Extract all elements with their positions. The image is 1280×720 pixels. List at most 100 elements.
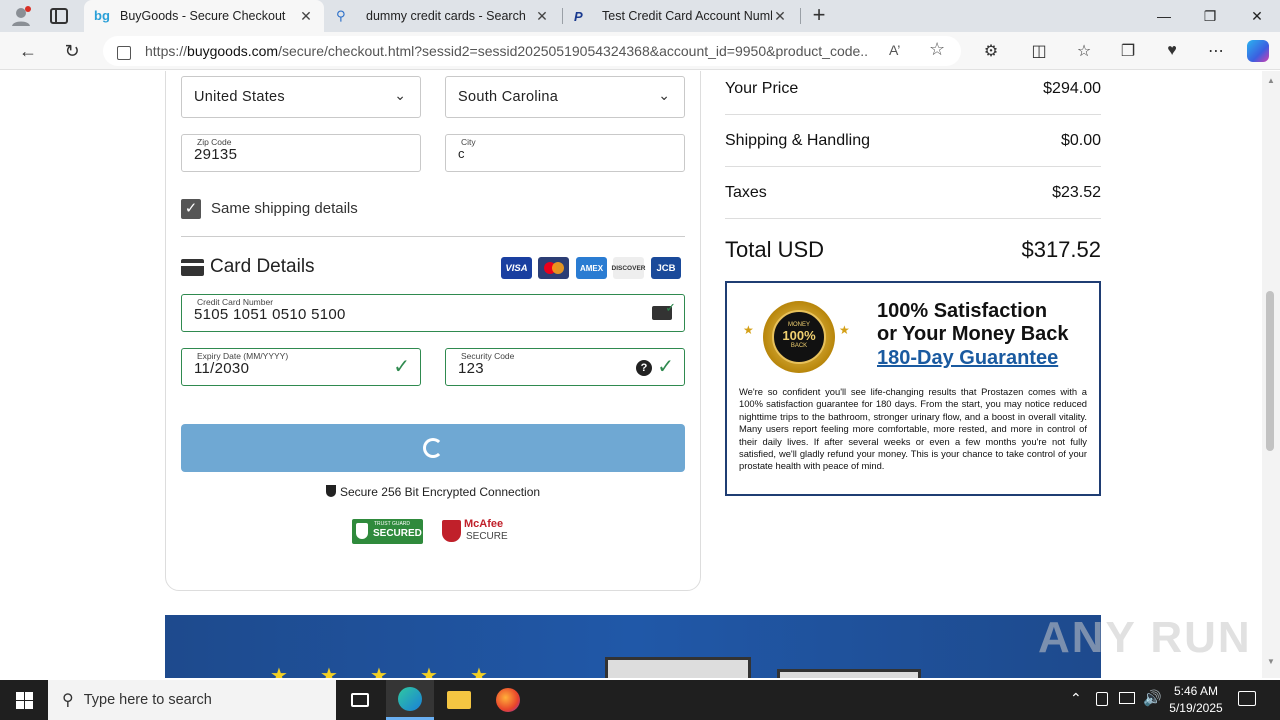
card-valid-icon: ✓	[652, 300, 676, 320]
summary-value: $0.00	[1060, 131, 1101, 149]
same-shipping-checkbox[interactable]: ✓	[181, 199, 201, 219]
tab-buygoods[interactable]: bg BuyGoods - Secure Checkout ✕	[84, 0, 324, 32]
discover-icon: DISCOVER	[612, 257, 645, 279]
summary-label: Your Price	[725, 79, 799, 97]
expiry-date-value: 11/2030	[194, 360, 250, 377]
close-tab-icon[interactable]: ✕	[298, 8, 314, 25]
lock-icon[interactable]	[117, 46, 131, 60]
star-icon: ★	[839, 323, 850, 337]
badge-mid-text: 100%	[782, 328, 816, 343]
trust-guard-top-text: TRUST GUARD	[374, 521, 411, 527]
tab-actions-icon[interactable]	[50, 8, 68, 24]
close-tab-icon[interactable]: ✕	[534, 8, 550, 25]
country-value: United States	[194, 89, 285, 105]
guarantee-headline-3: 180-Day Guarantee	[877, 347, 1059, 369]
scrollbar-thumb[interactable]	[1266, 291, 1274, 451]
guarantee-headline-2: or Your Money Back	[877, 323, 1069, 345]
back-button[interactable]: ←	[13, 37, 43, 65]
summary-label: Shipping & Handling	[725, 131, 870, 149]
mcafee-secure-seal[interactable]: McAfee SECURE	[442, 518, 512, 545]
minimize-button[interactable]: —	[1141, 0, 1187, 32]
edge-browser-icon[interactable]	[386, 680, 434, 720]
valid-check-icon: ✓	[393, 356, 410, 378]
restore-button[interactable]: ❐	[1187, 0, 1233, 32]
star-icon: ★	[470, 665, 488, 678]
profile-icon[interactable]	[10, 5, 32, 27]
mcafee-secure-text: SECURE	[466, 531, 508, 542]
badge-bottom-text: BACK	[790, 343, 808, 349]
chevron-down-icon: ⌄	[394, 87, 406, 103]
testimonial-photo	[777, 669, 921, 678]
browser-essentials-icon[interactable]: ♥	[1157, 37, 1187, 65]
amex-icon: AMEX	[576, 257, 607, 279]
url-bar[interactable]: https://buygoods.com/secure/checkout.htm…	[103, 36, 961, 66]
summary-row-shipping: Shipping & Handling $0.00	[725, 115, 1101, 167]
same-shipping-label: Same shipping details	[211, 200, 358, 217]
zip-code-field[interactable]: Zip Code 29135	[181, 134, 421, 172]
credit-card-number-value: 5105 1051 0510 5100	[194, 306, 346, 323]
network-icon[interactable]	[1119, 692, 1135, 704]
page-scrollbar[interactable]: ▲ ▼	[1262, 71, 1280, 678]
summary-row-total: Total USD $317.52	[725, 225, 1101, 275]
task-view-icon[interactable]	[336, 680, 384, 720]
checkout-page: United States ⌄ South Carolina ⌄ Zip Cod…	[0, 71, 1262, 678]
favorite-star-icon[interactable]: ☆	[929, 39, 945, 60]
submit-order-button[interactable]	[181, 424, 685, 472]
refresh-button[interactable]: ↻	[57, 37, 87, 65]
close-window-button[interactable]: ✕	[1234, 0, 1280, 32]
collections-icon[interactable]: ❐	[1113, 37, 1143, 65]
credit-card-number-field[interactable]: Credit Card Number 5105 1051 0510 5100 ✓	[181, 294, 685, 332]
credit-card-icon	[181, 259, 204, 276]
search-icon: ⚲	[336, 8, 346, 23]
windows-start-icon[interactable]	[0, 680, 48, 720]
taskbar-search-box[interactable]: ⚲ Type here to search	[48, 680, 336, 720]
clock-time[interactable]: 5:46 AM	[1168, 684, 1224, 698]
country-select[interactable]: United States ⌄	[181, 76, 421, 118]
guarantee-box: ★ ★ MONEY 100% BACK 100% Satisfaction or…	[725, 281, 1101, 496]
notifications-icon[interactable]	[1238, 691, 1256, 706]
city-field[interactable]: City c	[445, 134, 685, 172]
tab-paypal[interactable]: P Test Credit Card Account Numbe ✕	[564, 0, 798, 32]
security-code-value: 123	[458, 360, 484, 377]
trust-guard-text: SECURED	[373, 528, 422, 539]
mcafee-shield-icon	[442, 520, 461, 542]
star-icon: ★	[270, 665, 288, 678]
device-icon[interactable]	[1096, 692, 1108, 706]
summary-row-price: Your Price $294.00	[725, 71, 1101, 115]
guarantee-body-text: We're so confident you'll see life-chang…	[739, 386, 1087, 472]
firefox-icon[interactable]	[484, 680, 532, 720]
tab-search[interactable]: ⚲ dummy credit cards - Search ✕	[326, 0, 560, 32]
card-details-title: Card Details	[210, 256, 315, 277]
state-select[interactable]: South Carolina ⌄	[445, 76, 685, 118]
address-toolbar: ← ↻ https://buygoods.com/secure/checkout…	[0, 32, 1280, 70]
city-value: c	[458, 146, 465, 161]
trust-guard-seal[interactable]: TRUST GUARD SECURED	[352, 519, 423, 544]
paypal-icon: P	[574, 8, 583, 24]
divider	[181, 236, 685, 237]
favorites-icon[interactable]: ☆	[1069, 37, 1099, 65]
state-value: South Carolina	[458, 89, 559, 105]
close-tab-icon[interactable]: ✕	[772, 8, 788, 25]
split-screen-icon[interactable]: ◫	[1024, 37, 1054, 65]
file-explorer-icon[interactable]	[435, 680, 483, 720]
new-tab-button[interactable]: +	[806, 2, 832, 30]
show-hidden-icons[interactable]: ⌃	[1070, 690, 1082, 707]
clock-date[interactable]: 5/19/2025	[1164, 701, 1228, 715]
expiry-date-field[interactable]: Expiry Date (MM/YYYY) 11/2030 ✓	[181, 348, 421, 386]
extensions-icon[interactable]: ⚙	[976, 37, 1006, 65]
total-value: $317.52	[1021, 237, 1101, 262]
help-icon[interactable]: ?	[636, 360, 652, 376]
summary-label: Taxes	[725, 183, 767, 201]
security-code-field[interactable]: Security Code 123 ? ✓	[445, 348, 685, 386]
read-aloud-icon[interactable]: A’	[889, 42, 900, 58]
summary-value: $294.00	[1043, 79, 1101, 97]
mastercard-icon	[538, 257, 569, 279]
more-menu-icon[interactable]: ⋯	[1201, 37, 1231, 65]
volume-icon[interactable]: 🔊	[1143, 689, 1162, 707]
tab-title: BuyGoods - Secure Checkout	[120, 9, 286, 23]
valid-check-icon: ✓	[657, 356, 674, 378]
guarantee-badge-icon: MONEY 100% BACK	[763, 301, 835, 373]
jcb-icon: JCB	[651, 257, 681, 279]
copilot-icon[interactable]	[1243, 37, 1273, 65]
summary-row-taxes: Taxes $23.52	[725, 167, 1101, 219]
